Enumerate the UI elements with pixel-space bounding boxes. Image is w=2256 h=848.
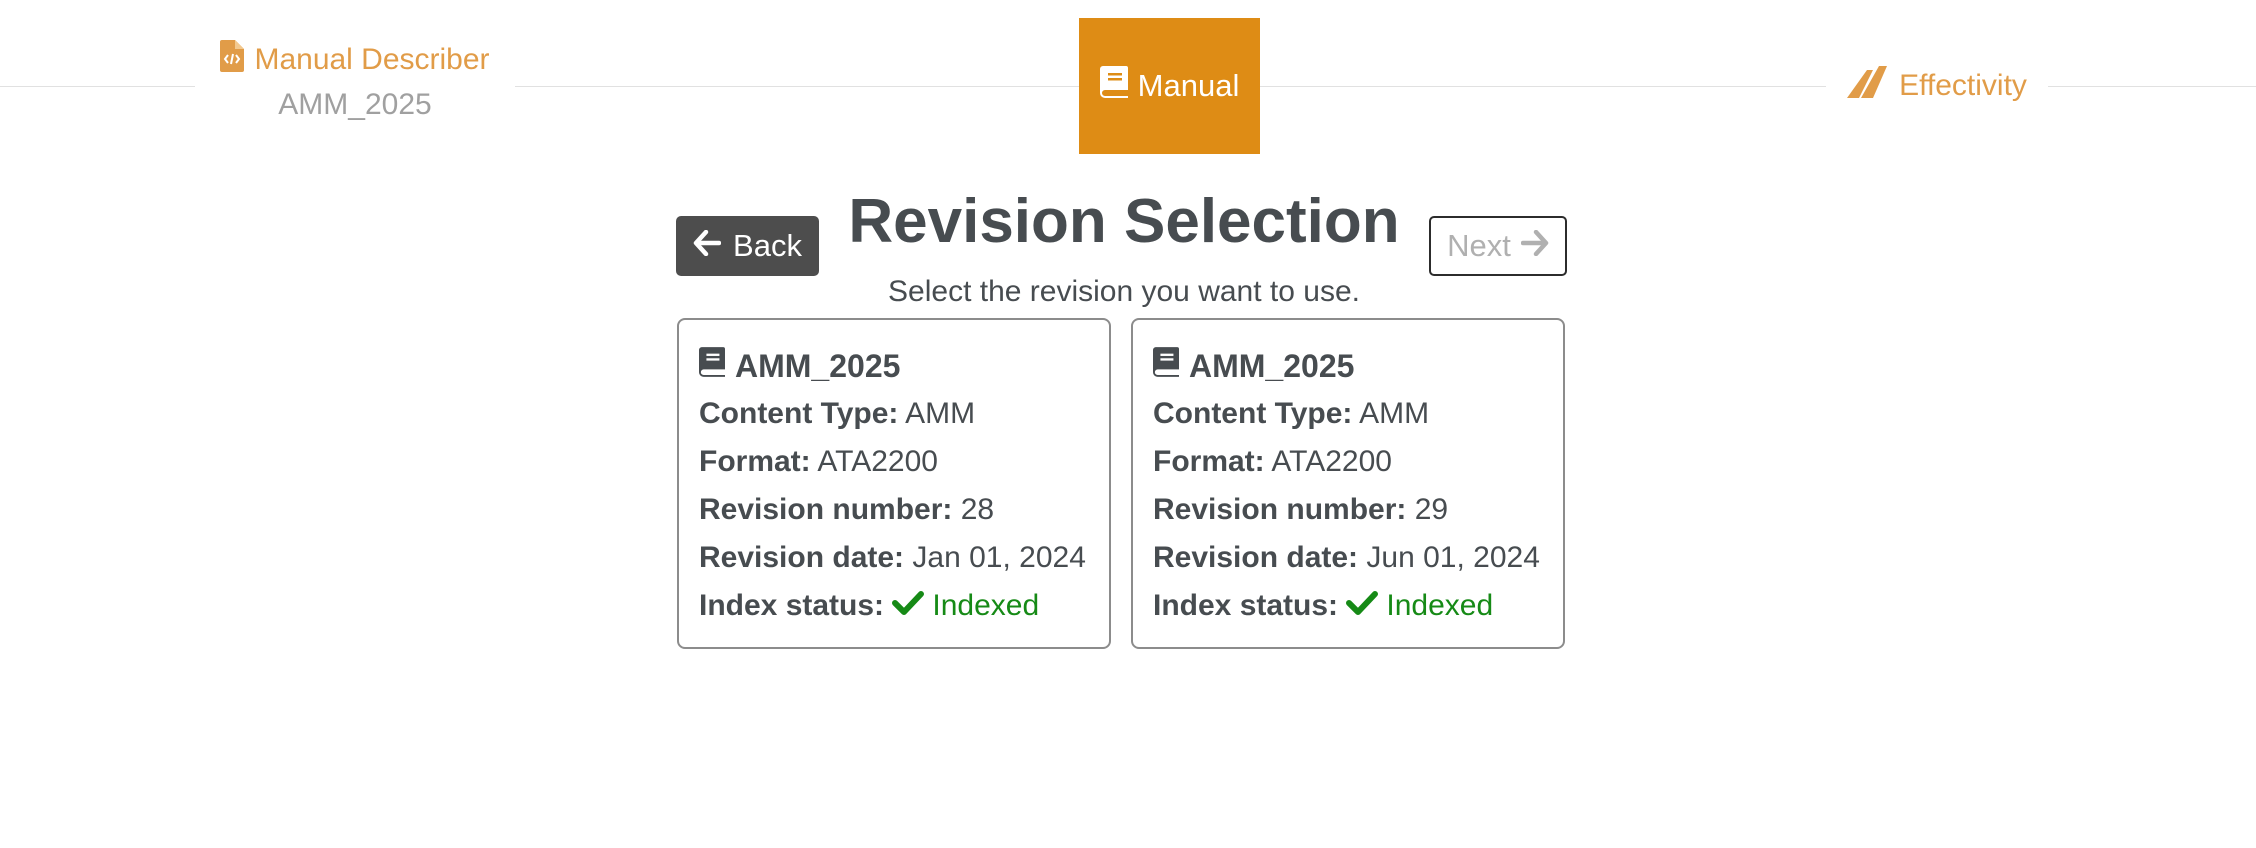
plane-tail-icon bbox=[1847, 66, 1888, 106]
index-status-label: Index status: bbox=[699, 589, 885, 622]
page-title: Revision Selection bbox=[848, 187, 1400, 256]
index-status-text: Indexed bbox=[932, 589, 1040, 622]
file-code-icon bbox=[220, 40, 245, 80]
step-manual-describer[interactable]: Manual Describer AMM_2025 bbox=[195, 36, 515, 122]
revision-card-title: AMM_2025 bbox=[699, 342, 1109, 390]
revision-date-row: Revision date: Jan 01, 2024 bbox=[699, 534, 1109, 582]
step-manual-describer-label-row: Manual Describer bbox=[220, 40, 490, 80]
revision-date-value: Jun 01, 2024 bbox=[1366, 541, 1540, 574]
format-row: Format: ATA2200 bbox=[699, 438, 1109, 486]
content-type-label: Content Type: bbox=[699, 397, 899, 430]
arrow-right-icon bbox=[1520, 228, 1549, 264]
revision-date-value: Jan 01, 2024 bbox=[912, 541, 1086, 574]
content-type-value: AMM bbox=[1359, 397, 1430, 430]
next-button[interactable]: Next bbox=[1429, 216, 1567, 276]
step-effectivity[interactable]: Effectivity bbox=[1826, 58, 2048, 114]
revision-date-label: Revision date: bbox=[699, 541, 905, 574]
revision-date-row: Revision date: Jun 01, 2024 bbox=[1153, 534, 1563, 582]
step-manual-describer-value: AMM_2025 bbox=[278, 88, 432, 121]
step-manual-label: Manual bbox=[1137, 68, 1240, 103]
index-status-row: Index status: Indexed bbox=[1153, 582, 1563, 630]
index-status-value: Indexed bbox=[1346, 582, 1493, 630]
book-icon bbox=[1099, 66, 1128, 106]
step-manual-describer-label: Manual Describer bbox=[254, 43, 490, 76]
revision-card[interactable]: AMM_2025 Content Type: AMM Format: ATA22… bbox=[677, 318, 1111, 649]
revision-name: AMM_2025 bbox=[735, 347, 901, 384]
content-type-value: AMM bbox=[905, 397, 976, 430]
step-manual[interactable]: Manual bbox=[1079, 18, 1260, 154]
format-label: Format: bbox=[699, 445, 811, 478]
format-label: Format: bbox=[1153, 445, 1265, 478]
index-status-value: Indexed bbox=[892, 582, 1039, 630]
revision-number-row: Revision number: 29 bbox=[1153, 486, 1563, 534]
book-icon bbox=[1153, 346, 1179, 386]
page-subtitle: Select the revision you want to use. bbox=[888, 275, 1360, 308]
revision-number-label: Revision number: bbox=[699, 493, 953, 526]
back-button[interactable]: Back bbox=[676, 216, 819, 276]
arrow-left-icon bbox=[693, 228, 722, 264]
format-row: Format: ATA2200 bbox=[1153, 438, 1563, 486]
check-icon bbox=[892, 582, 925, 630]
format-value: ATA2200 bbox=[1271, 445, 1392, 478]
revision-card[interactable]: AMM_2025 Content Type: AMM Format: ATA22… bbox=[1131, 318, 1565, 649]
back-button-label: Back bbox=[733, 228, 802, 263]
revision-number-label: Revision number: bbox=[1153, 493, 1407, 526]
index-status-text: Indexed bbox=[1386, 589, 1494, 622]
index-status-row: Index status: Indexed bbox=[699, 582, 1109, 630]
content-type-row: Content Type: AMM bbox=[1153, 390, 1563, 438]
content-type-label: Content Type: bbox=[1153, 397, 1353, 430]
revision-name: AMM_2025 bbox=[1189, 347, 1355, 384]
check-icon bbox=[1346, 582, 1379, 630]
revision-date-label: Revision date: bbox=[1153, 541, 1359, 574]
revision-number-value: 29 bbox=[1414, 493, 1449, 526]
content-type-row: Content Type: AMM bbox=[699, 390, 1109, 438]
index-status-label: Index status: bbox=[1153, 589, 1339, 622]
format-value: ATA2200 bbox=[817, 445, 938, 478]
revision-number-value: 28 bbox=[960, 493, 995, 526]
revision-card-title: AMM_2025 bbox=[1153, 342, 1563, 390]
book-icon bbox=[699, 346, 725, 386]
revision-number-row: Revision number: 28 bbox=[699, 486, 1109, 534]
step-effectivity-label: Effectivity bbox=[1899, 69, 2027, 102]
next-button-label: Next bbox=[1447, 228, 1511, 263]
